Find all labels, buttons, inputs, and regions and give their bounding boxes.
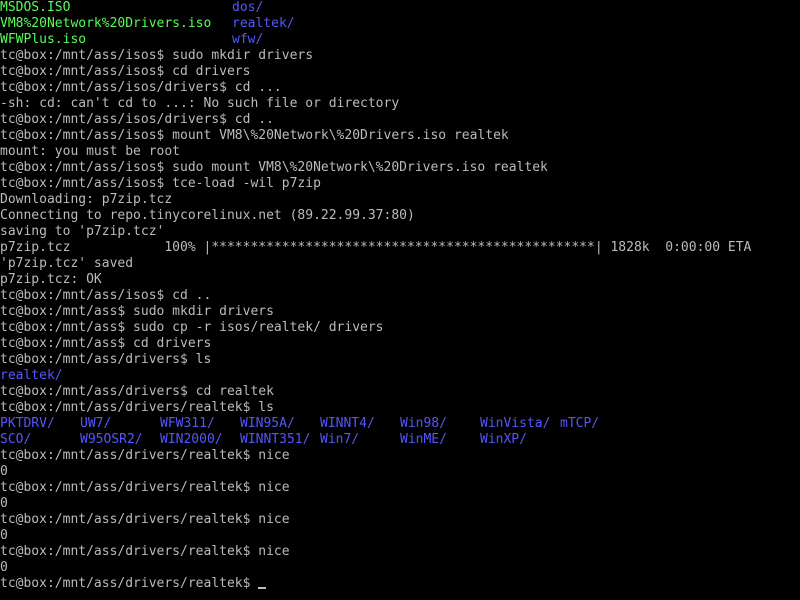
terminal-line: 0 bbox=[0, 464, 8, 479]
terminal-line: tc@box:/mnt/ass/isos$ mount VM8\%20Netwo… bbox=[0, 128, 509, 143]
iso-file-name: VM8%20Network%20Drivers.iso bbox=[0, 16, 212, 31]
terminal-line: tc@box:/mnt/ass/drivers/realtek$ nice bbox=[0, 448, 290, 463]
terminal-line: tc@box:/mnt/ass/isos$ cd .. bbox=[0, 288, 212, 303]
terminal-line: tc@box:/mnt/ass/drivers/realtek$ nice bbox=[0, 512, 290, 527]
directory-name: WINNT4/ bbox=[320, 416, 375, 431]
terminal-line: p7zip.tcz: OK bbox=[0, 272, 102, 287]
terminal-line: mount: you must be root bbox=[0, 144, 181, 159]
shell-prompt: tc@box:/mnt/ass/drivers/realtek$ bbox=[0, 576, 259, 591]
terminal-line: tc@box:/mnt/ass/drivers$ ls bbox=[0, 352, 212, 367]
file-listing-row: WFWPlus.iso wfw/ bbox=[0, 32, 800, 48]
terminal-line: Connecting to repo.tinycorelinux.net (89… bbox=[0, 208, 415, 223]
download-progress-line: p7zip.tcz 100% |************************… bbox=[0, 240, 752, 255]
terminal-line: 0 bbox=[0, 496, 8, 511]
terminal-line: -sh: cd: can't cd to ...: No such file o… bbox=[0, 96, 400, 111]
directory-name: realtek/ bbox=[232, 16, 295, 31]
terminal-line: tc@box:/mnt/ass/isos$ tce-load -wil p7zi… bbox=[0, 176, 321, 191]
directory-name: PKTDRV/ bbox=[0, 416, 55, 431]
directory-name: WIN95A/ bbox=[240, 416, 295, 431]
terminal-line: tc@box:/mnt/ass/isos$ sudo mkdir drivers bbox=[0, 48, 314, 63]
terminal-line: saving to 'p7zip.tcz' bbox=[0, 224, 165, 239]
file-listing-row: MSDOS.ISO dos/ bbox=[0, 0, 800, 16]
directory-name: W95OSR2/ bbox=[80, 432, 143, 447]
directory-name: wfw/ bbox=[232, 32, 264, 47]
terminal-line: tc@box:/mnt/ass/isos/drivers$ cd .. bbox=[0, 112, 274, 127]
terminal-line: tc@box:/mnt/ass$ cd drivers bbox=[0, 336, 212, 351]
directory-name: WinXP/ bbox=[480, 432, 527, 447]
directory-listing-row: SCO/ W95OSR2/ WIN2000/ WINNT351/ Win7/ W… bbox=[0, 432, 800, 448]
terminal-line: tc@box:/mnt/ass/drivers/realtek$ nice bbox=[0, 480, 290, 495]
directory-name: WIN2000/ bbox=[160, 432, 223, 447]
terminal-line: 'p7zip.tcz' saved bbox=[0, 256, 134, 271]
directory-name: WFW311/ bbox=[160, 416, 215, 431]
file-listing-row: VM8%20Network%20Drivers.iso realtek/ bbox=[0, 16, 800, 32]
iso-file-name: MSDOS.ISO bbox=[0, 0, 71, 15]
directory-name: mTCP/ bbox=[560, 416, 600, 431]
directory-name: UW7/ bbox=[80, 416, 112, 431]
terminal-line: tc@box:/mnt/ass$ sudo mkdir drivers bbox=[0, 304, 274, 319]
directory-listing-row: PKTDRV/ UW7/ WFW311/ WIN95A/ WINNT4/ Win… bbox=[0, 416, 800, 432]
terminal-line: 0 bbox=[0, 528, 8, 543]
terminal-screen[interactable]: MSDOS.ISO dos/ VM8%20Network%20Drivers.i… bbox=[0, 0, 800, 600]
terminal-line: tc@box:/mnt/ass/isos$ cd drivers bbox=[0, 64, 251, 79]
iso-file-name: WFWPlus.iso bbox=[0, 32, 87, 47]
directory-name: WinME/ bbox=[400, 432, 447, 447]
terminal-line: tc@box:/mnt/ass/isos$ sudo mount VM8\%20… bbox=[0, 160, 548, 175]
terminal-line: tc@box:/mnt/ass$ sudo cp -r isos/realtek… bbox=[0, 320, 384, 335]
terminal-line: tc@box:/mnt/ass/drivers/realtek$ nice bbox=[0, 544, 290, 559]
active-prompt-line[interactable]: tc@box:/mnt/ass/drivers/realtek$ bbox=[0, 576, 800, 592]
directory-name: WinVista/ bbox=[480, 416, 551, 431]
directory-name: Win7/ bbox=[320, 432, 360, 447]
terminal-line: tc@box:/mnt/ass/drivers/realtek$ ls bbox=[0, 400, 274, 415]
directory-name: SCO/ bbox=[0, 432, 32, 447]
directory-name: WINNT351/ bbox=[240, 432, 311, 447]
directory-name: dos/ bbox=[232, 0, 264, 15]
directory-name: Win98/ bbox=[400, 416, 447, 431]
terminal-line: tc@box:/mnt/ass/isos/drivers$ cd ... bbox=[0, 80, 282, 95]
directory-name: realtek/ bbox=[0, 368, 63, 383]
terminal-line: Downloading: p7zip.tcz bbox=[0, 192, 173, 207]
terminal-line: 0 bbox=[0, 560, 8, 575]
text-cursor bbox=[258, 587, 267, 589]
terminal-line: tc@box:/mnt/ass/drivers$ cd realtek bbox=[0, 384, 274, 399]
